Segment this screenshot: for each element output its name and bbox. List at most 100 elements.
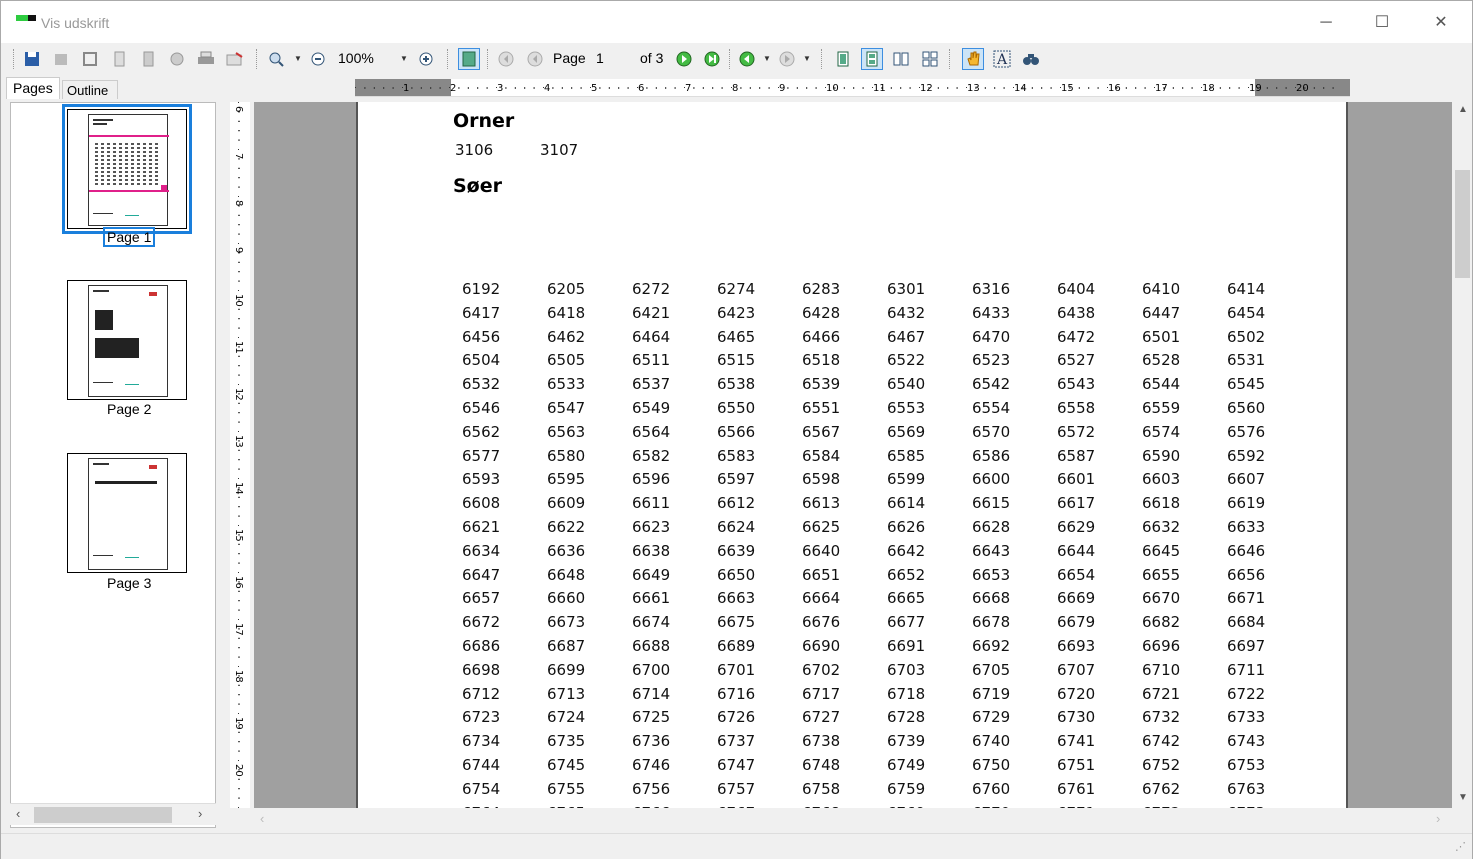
- ruler-label: 15: [233, 529, 244, 542]
- open-icon[interactable]: [50, 48, 72, 70]
- soer-value: 6570: [972, 422, 1011, 441]
- soer-value: 6747: [717, 756, 756, 774]
- page-count: of 3: [640, 50, 664, 66]
- ruler-tick: [862, 87, 864, 89]
- thumbnail-page-2[interactable]: [67, 280, 187, 400]
- ruler-tick: [533, 87, 535, 89]
- page-icon[interactable]: [108, 48, 130, 70]
- chevron-down-icon[interactable]: ▼: [294, 54, 302, 63]
- ruler-tick: [238, 139, 240, 141]
- soer-value: 6595: [547, 470, 586, 489]
- ruler-tick: [618, 87, 620, 89]
- ruler-tick: [238, 384, 239, 385]
- back-icon[interactable]: [736, 48, 758, 70]
- scroll-up-icon[interactable]: ▲: [1458, 104, 1468, 115]
- ruler-tick: [1191, 87, 1193, 89]
- scroll-left-icon[interactable]: ‹: [16, 806, 20, 821]
- soer-value: 6418: [547, 303, 586, 322]
- scrollbar-thumb[interactable]: [34, 807, 172, 823]
- soer-value: 6769: [887, 804, 925, 808]
- soer-value: 6600: [972, 470, 1011, 489]
- soer-value: 6515: [717, 351, 756, 370]
- scroll-right-icon[interactable]: ›: [1436, 811, 1440, 826]
- preview-horizontal-scrollbar[interactable]: ‹ ›: [254, 809, 1452, 831]
- tab-outline[interactable]: Outline: [62, 80, 118, 99]
- tab-pages[interactable]: Pages: [6, 77, 60, 99]
- ruler-tick: [238, 337, 239, 338]
- ruler-tick: [238, 374, 240, 376]
- soer-value: 6698: [462, 660, 501, 679]
- document-icon[interactable]: [137, 48, 159, 70]
- soer-value: 6741: [1057, 732, 1096, 751]
- ruler-tick: [238, 214, 240, 216]
- text-select-icon[interactable]: A: [991, 48, 1013, 70]
- page-setup-icon[interactable]: [79, 48, 101, 70]
- soer-value: 6558: [1057, 399, 1096, 417]
- thumbnail-page-1[interactable]: [62, 104, 192, 234]
- thumbnails-horizontal-scrollbar[interactable]: ‹ ›: [10, 803, 216, 825]
- close-button[interactable]: ✕: [1426, 9, 1456, 37]
- ruler-tick: [238, 515, 240, 517]
- toolbar-separator: [821, 49, 822, 69]
- two-pages-icon[interactable]: [890, 48, 912, 70]
- find-icon[interactable]: [1020, 48, 1042, 70]
- chevron-down-icon[interactable]: ▼: [763, 54, 771, 63]
- ruler-tick: [238, 666, 239, 667]
- scroll-left-icon[interactable]: ‹: [260, 811, 264, 826]
- soer-value: 6467: [887, 327, 926, 346]
- resize-grip-icon[interactable]: ⋰: [1455, 840, 1466, 853]
- soer-value: 6466: [802, 327, 841, 346]
- soer-value: 6727: [802, 708, 841, 727]
- prev-page-icon[interactable]: [524, 48, 546, 70]
- ruler-tick: [947, 87, 949, 89]
- scrollbar-thumb[interactable]: [1455, 170, 1470, 278]
- thumbnail-page-3[interactable]: [67, 453, 187, 573]
- preview-viewport[interactable]: Orner 3106 3107 Søer 6192 6205 6272 6274 628…: [254, 102, 1452, 808]
- ruler-tick: [238, 741, 240, 743]
- multi-page-icon[interactable]: [919, 48, 941, 70]
- single-page-icon[interactable]: [832, 48, 854, 70]
- soer-value: 6679: [1057, 613, 1096, 632]
- export-icon[interactable]: [224, 48, 246, 70]
- ruler-tick: [937, 87, 939, 89]
- minimize-button[interactable]: ─: [1311, 9, 1341, 37]
- next-page-icon[interactable]: [673, 48, 695, 70]
- soer-value: 6629: [1057, 518, 1096, 536]
- save-icon[interactable]: [21, 48, 43, 70]
- first-page-icon[interactable]: [495, 48, 517, 70]
- soer-value: 6693: [1057, 637, 1096, 655]
- hand-tool-icon[interactable]: [962, 48, 984, 70]
- preview-vertical-scrollbar[interactable]: ▲ ▼: [1453, 102, 1472, 808]
- ruler-tick: [984, 87, 986, 89]
- zoom-plus-icon[interactable]: [415, 48, 437, 70]
- stop-icon[interactable]: [166, 48, 188, 70]
- soer-value: 6636: [547, 541, 586, 560]
- thumbnails-toggle-icon[interactable]: [458, 48, 480, 70]
- svg-text:A: A: [996, 52, 1008, 68]
- last-page-icon[interactable]: [701, 48, 723, 70]
- page-number-input[interactable]: 1: [596, 50, 604, 66]
- ruler-label: 8: [233, 200, 244, 206]
- ruler-tick: [749, 87, 751, 89]
- zoom-out-icon[interactable]: [307, 48, 329, 70]
- ruler-tick: [238, 186, 240, 188]
- soer-value: 6421: [632, 303, 671, 322]
- chevron-down-icon[interactable]: ▼: [400, 54, 408, 63]
- ruler-tick: [505, 87, 507, 89]
- print-icon[interactable]: [195, 48, 217, 70]
- chevron-down-icon[interactable]: ▼: [803, 54, 811, 63]
- soer-value: 6531: [1227, 351, 1266, 370]
- ruler-tick: [1125, 87, 1127, 89]
- zoom-select[interactable]: 100%: [338, 50, 374, 66]
- soer-value: 6700: [632, 660, 671, 679]
- scroll-right-icon[interactable]: ›: [198, 806, 202, 821]
- ruler-label: 3: [497, 83, 503, 94]
- maximize-button[interactable]: ☐: [1367, 9, 1397, 37]
- forward-icon[interactable]: [776, 48, 798, 70]
- zoom-in-icon[interactable]: [265, 48, 287, 70]
- scroll-down-icon[interactable]: ▼: [1458, 792, 1468, 803]
- soer-value: 6601: [1057, 470, 1096, 489]
- continuous-page-icon[interactable]: [861, 48, 883, 70]
- ruler-tick: [238, 102, 239, 103]
- soer-value: 6572: [1057, 422, 1096, 441]
